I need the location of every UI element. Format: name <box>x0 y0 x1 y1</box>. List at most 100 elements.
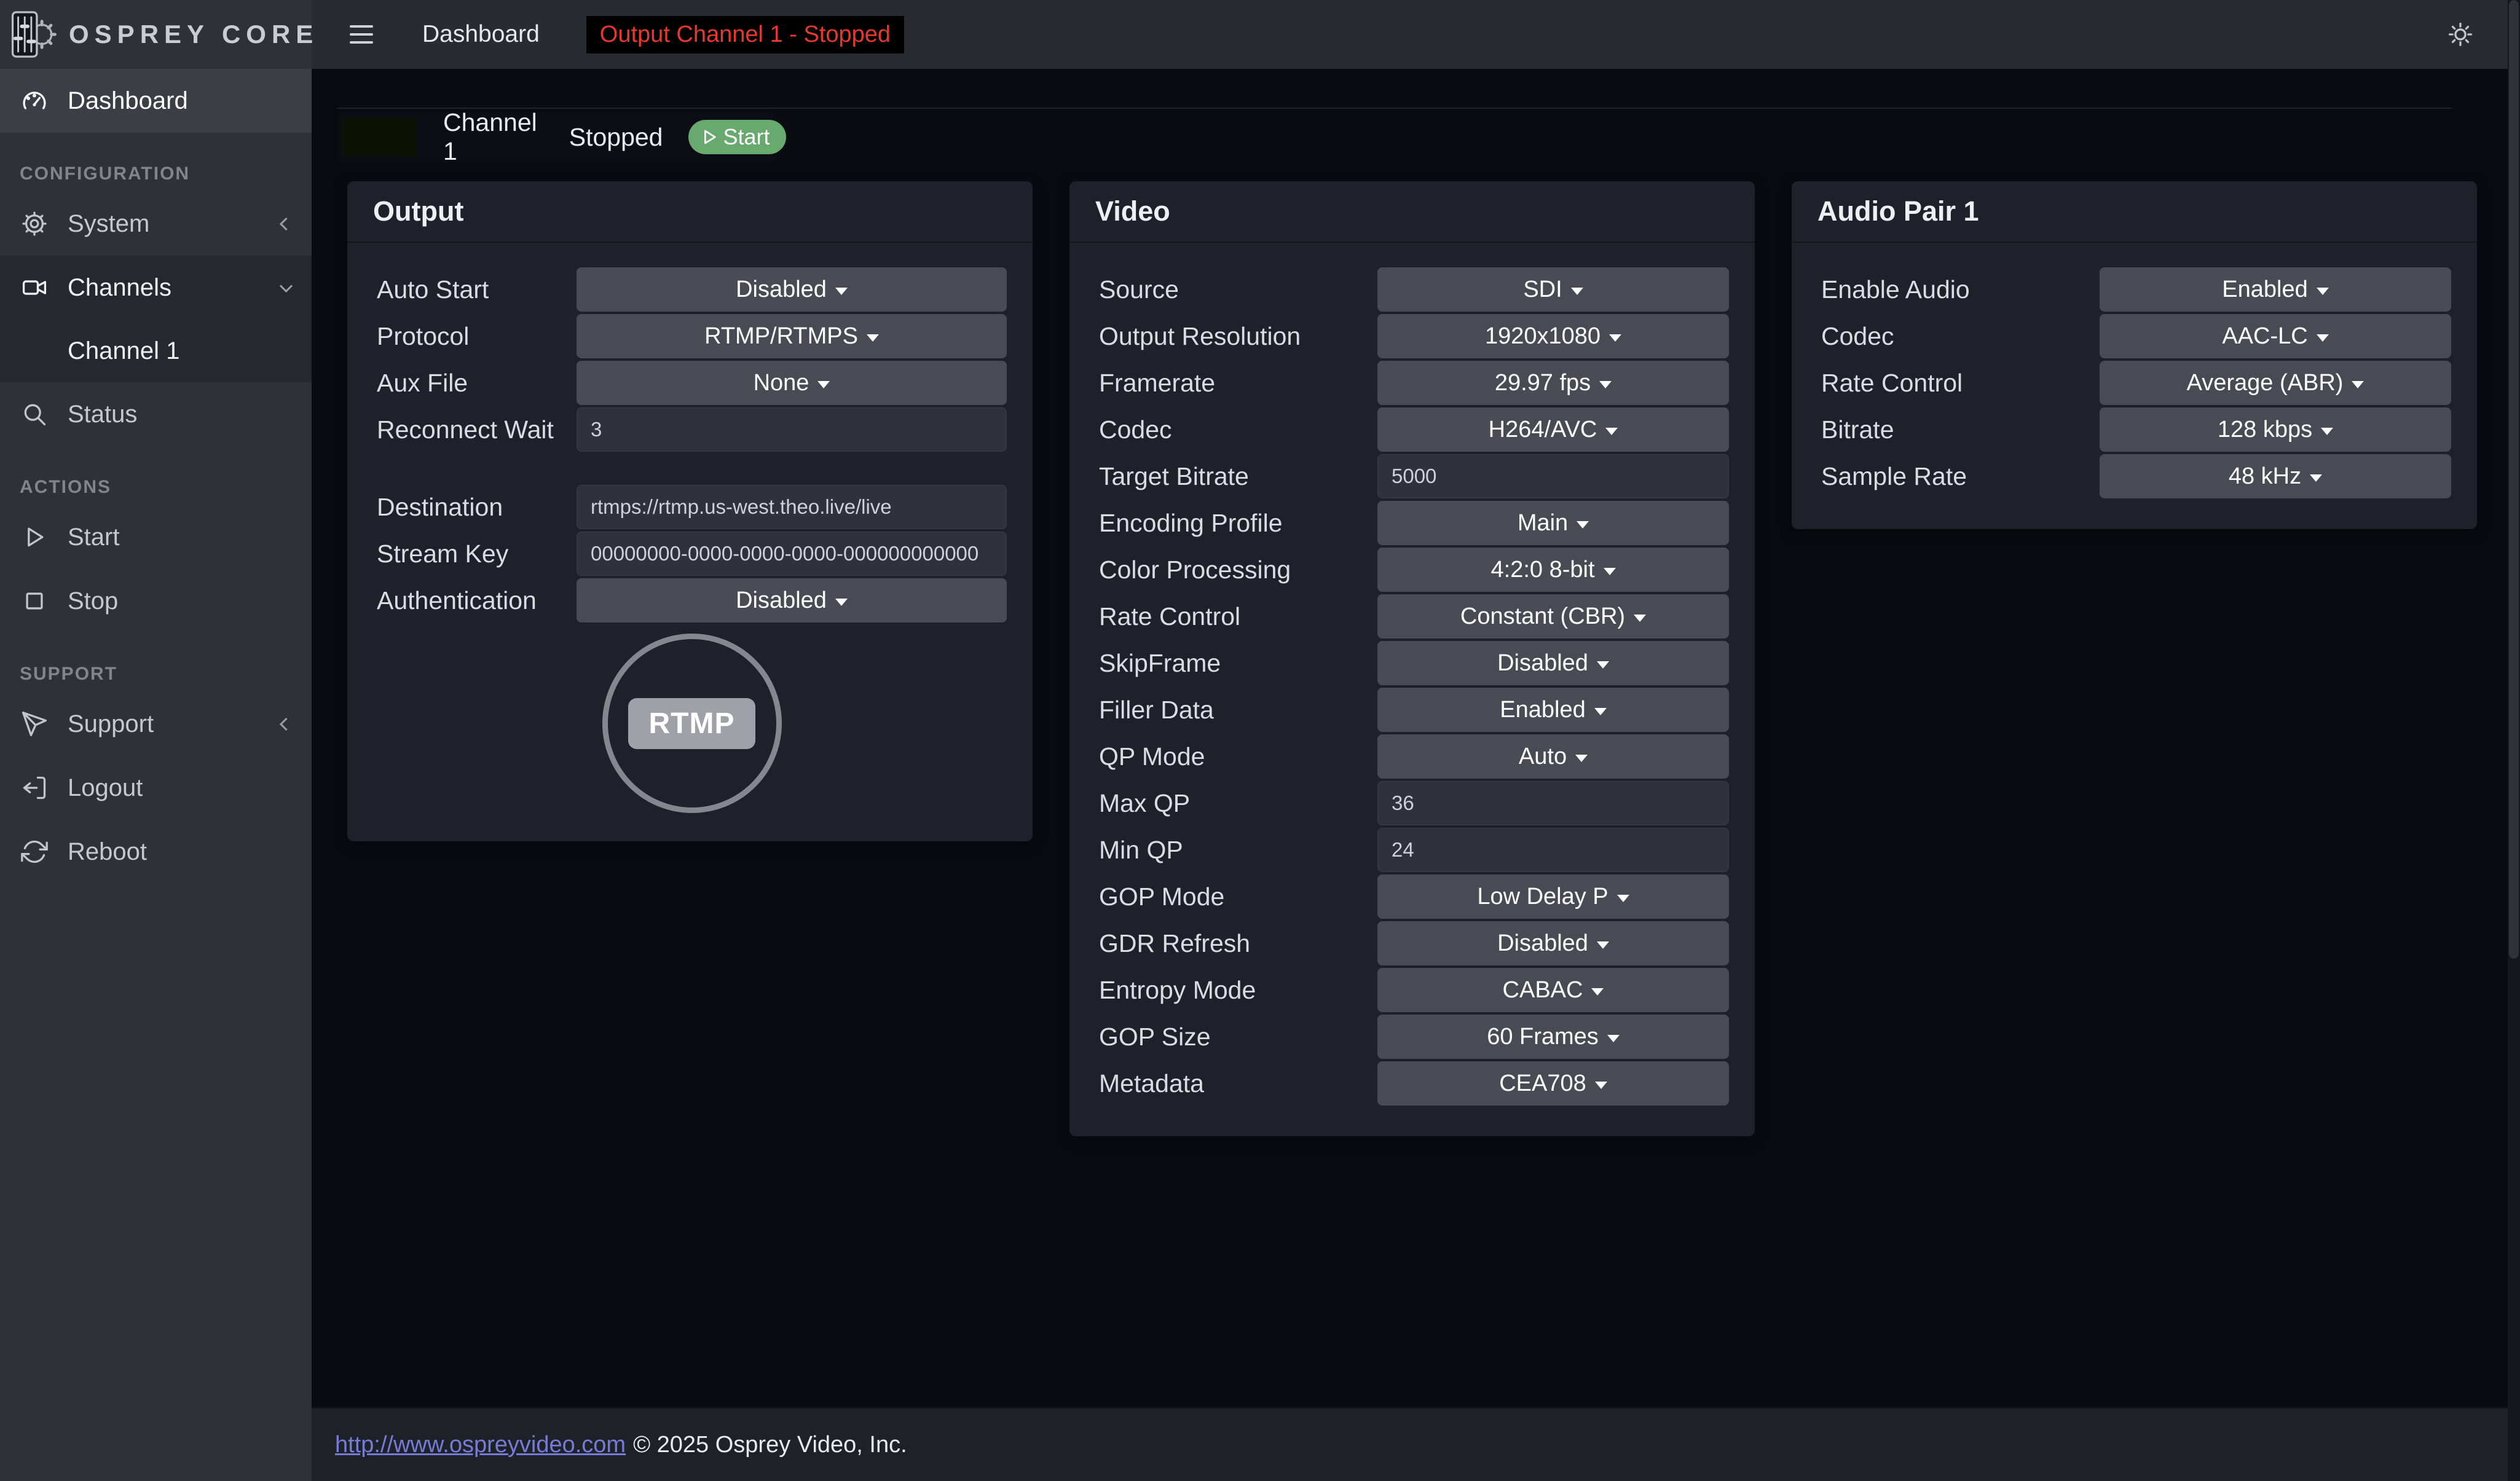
rate-control-select[interactable]: Average (ABR) <box>2100 361 2451 405</box>
vertical-scrollbar <box>2508 0 2520 1481</box>
aux-file-select[interactable]: None <box>577 361 1007 405</box>
topbar: OSPREY CORE Dashboard Output Channel 1 -… <box>0 0 2508 69</box>
qp-mode-select[interactable]: Auto <box>1377 734 1729 779</box>
bitrate-select[interactable]: 128 kbps <box>2100 407 2451 452</box>
destination-input[interactable] <box>577 485 1007 529</box>
gauge-icon <box>21 87 48 114</box>
sample-rate-select[interactable]: 48 kHz <box>2100 454 2451 498</box>
field-label: Bitrate <box>1821 415 1894 444</box>
field-label: Sample Rate <box>1821 462 1967 491</box>
field-label: Codec <box>1099 415 1172 444</box>
sidebar-item-stop[interactable]: Stop <box>0 569 312 633</box>
caret-down-icon <box>1597 661 1609 669</box>
menu-toggle-icon[interactable] <box>350 20 373 49</box>
field-label: Encoding Profile <box>1099 509 1283 538</box>
video-camera-icon <box>21 274 48 301</box>
sidebar-item-channel-1[interactable]: Channel 1 <box>0 320 312 382</box>
encoding-profile-select[interactable]: Main <box>1377 501 1729 545</box>
authentication-select[interactable]: Disabled <box>577 578 1007 623</box>
brand-name: OSPREY CORE <box>69 20 318 49</box>
topbar-dashboard-link[interactable]: Dashboard <box>422 21 540 48</box>
sidebar-section-label: ACTIONS <box>0 469 312 505</box>
rate-control-select[interactable]: Constant (CBR) <box>1377 594 1729 638</box>
channel-status-alert: Output Channel 1 - Stopped <box>586 16 904 53</box>
caret-down-icon <box>1577 521 1589 528</box>
min-qp-input[interactable] <box>1377 828 1729 872</box>
play-icon <box>699 127 719 147</box>
sidebar-item-system[interactable]: System <box>0 192 312 256</box>
field-label: Aux File <box>377 369 468 398</box>
gop-mode-select[interactable]: Low Delay P <box>1377 874 1729 919</box>
caret-down-icon <box>817 381 830 388</box>
caret-down-icon <box>1634 615 1646 622</box>
sidebar-item-reboot[interactable]: Reboot <box>0 820 312 884</box>
caret-down-icon <box>2352 381 2364 388</box>
send-icon <box>21 710 48 737</box>
footer: http://www.ospreyvideo.com © 2025 Osprey… <box>312 1407 2520 1481</box>
entropy-mode-select[interactable]: CABAC <box>1377 968 1729 1012</box>
footer-link[interactable]: http://www.ospreyvideo.com <box>335 1432 626 1458</box>
caret-down-icon <box>2317 288 2329 295</box>
field-label: Framerate <box>1099 369 1215 398</box>
sidebar-expanded-group: ChannelsChannel 1 <box>0 256 312 382</box>
sidebar-item-label: Dashboard <box>68 87 188 115</box>
brand-link[interactable]: OSPREY CORE <box>0 0 312 69</box>
card-video: VideoSourceSDIOutput Resolution1920x1080… <box>1069 181 1755 1136</box>
theme-toggle[interactable] <box>2447 21 2474 48</box>
rtmp-badge: RTMP <box>628 698 756 749</box>
caret-down-icon <box>1571 288 1583 295</box>
reconnect-wait-input[interactable] <box>577 407 1007 452</box>
sidebar-item-logout[interactable]: Logout <box>0 756 312 820</box>
codec-select[interactable]: H264/AVC <box>1377 407 1729 452</box>
field-label: Stream Key <box>377 540 508 568</box>
play-icon <box>21 524 48 551</box>
target-bitrate-input[interactable] <box>1377 454 1729 498</box>
gear-icon <box>21 210 48 237</box>
protocol-select[interactable]: RTMP/RTMPS <box>577 314 1007 358</box>
sidebar-section-label: SUPPORT <box>0 656 312 692</box>
caret-down-icon <box>1609 334 1621 342</box>
color-processing-select[interactable]: 4:2:0 8-bit <box>1377 548 1729 592</box>
logout-icon <box>21 774 48 801</box>
chevron-left-icon <box>282 219 294 229</box>
osprey-logo-icon <box>9 9 59 60</box>
field-label: SkipFrame <box>1099 649 1221 678</box>
max-qp-input[interactable] <box>1377 781 1729 825</box>
sidebar: Dashboard CONFIGURATIONSystemChannelsCha… <box>0 69 312 1481</box>
skipframe-select[interactable]: Disabled <box>1377 641 1729 685</box>
sidebar-item-channels[interactable]: Channels <box>0 256 312 320</box>
caret-down-icon <box>1604 568 1616 575</box>
caret-down-icon <box>1575 755 1588 762</box>
field-label: Destination <box>377 493 503 522</box>
field-label: Filler Data <box>1099 696 1214 725</box>
gdr-refresh-select[interactable]: Disabled <box>1377 921 1729 965</box>
output-resolution-select[interactable]: 1920x1080 <box>1377 314 1729 358</box>
enable-audio-select[interactable]: Enabled <box>2100 267 2451 312</box>
filler-data-select[interactable]: Enabled <box>1377 688 1729 732</box>
source-select[interactable]: SDI <box>1377 267 1729 312</box>
auto-start-select[interactable]: Disabled <box>577 267 1007 312</box>
caret-down-icon <box>1605 428 1618 435</box>
sidebar-item-support[interactable]: Support <box>0 692 312 756</box>
metadata-select[interactable]: CEA708 <box>1377 1061 1729 1106</box>
field-label: Rate Control <box>1099 602 1240 631</box>
sidebar-item-start[interactable]: Start <box>0 505 312 569</box>
scrollbar-thumb[interactable] <box>2509 0 2519 959</box>
stream-key-input[interactable] <box>577 532 1007 576</box>
sidebar-item-dashboard[interactable]: Dashboard <box>0 69 312 133</box>
card-title: Video <box>1069 181 1755 243</box>
gop-size-select[interactable]: 60 Frames <box>1377 1015 1729 1059</box>
field-label: Target Bitrate <box>1099 462 1249 491</box>
field-label: Authentication <box>377 586 537 615</box>
sidebar-item-status[interactable]: Status <box>0 382 312 446</box>
caret-down-icon <box>835 288 848 295</box>
sidebar-section-label: CONFIGURATION <box>0 156 312 192</box>
card-audio-pair-1: Audio Pair 1Enable AudioEnabledCodecAAC-… <box>1792 181 2477 529</box>
codec-select[interactable]: AAC-LC <box>2100 314 2451 358</box>
caret-down-icon <box>1594 708 1607 715</box>
reboot-icon <box>21 838 48 865</box>
start-channel-button[interactable]: Start <box>688 120 786 154</box>
card-title: Audio Pair 1 <box>1792 181 2477 243</box>
content-divider <box>337 108 2452 109</box>
framerate-select[interactable]: 29.97 fps <box>1377 361 1729 405</box>
